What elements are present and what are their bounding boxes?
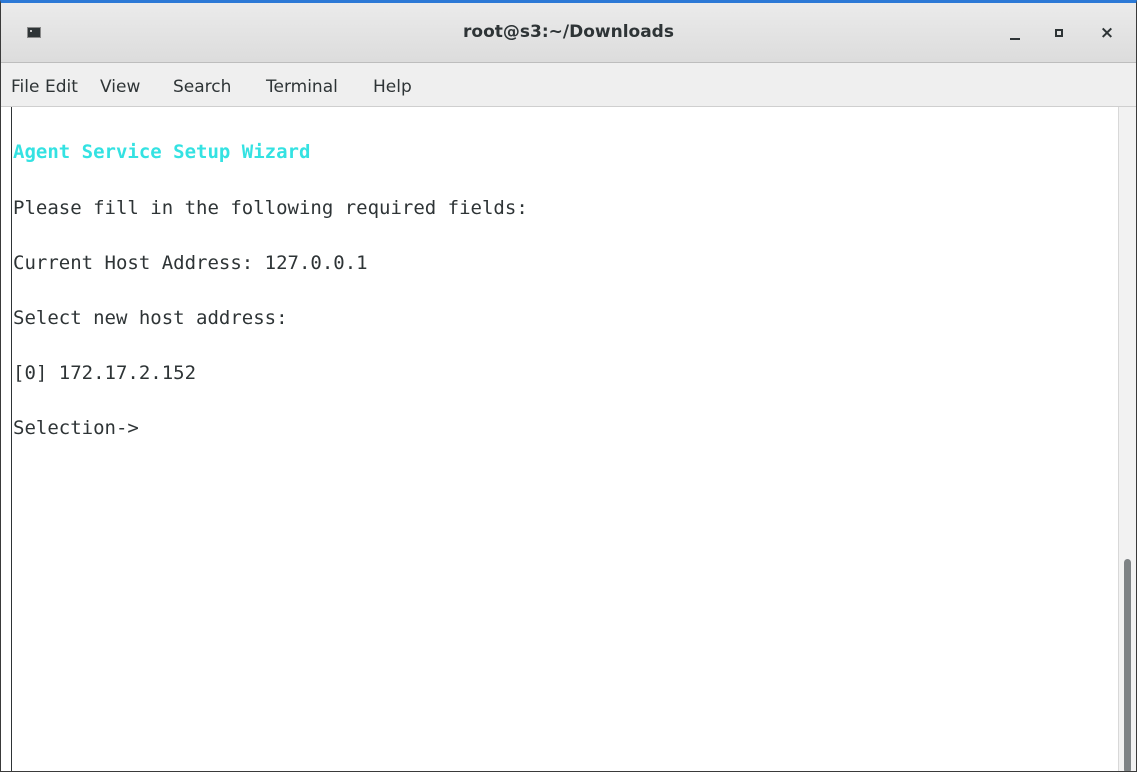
text-cursor — [11, 107, 12, 771]
select-host-line: Select new host address: — [13, 307, 288, 329]
maximize-button[interactable] — [1047, 21, 1071, 45]
vertical-scrollbar[interactable] — [1118, 107, 1136, 771]
menu-help[interactable]: Help — [373, 77, 412, 97]
minimize-icon — [1010, 38, 1020, 40]
title-bar[interactable]: root@s3:~/Downloads × — [1, 3, 1136, 63]
close-button[interactable]: × — [1095, 21, 1119, 45]
window-title: root@s3:~/Downloads — [463, 22, 674, 42]
maximize-icon — [1055, 29, 1063, 37]
prompt-instruction: Please fill in the following required fi… — [13, 197, 528, 219]
menu-edit[interactable]: Edit — [45, 77, 78, 97]
minimize-button[interactable] — [1003, 21, 1027, 45]
menu-search[interactable]: Search — [173, 77, 231, 97]
menu-terminal[interactable]: Terminal — [266, 77, 338, 97]
selection-prompt[interactable]: Selection-> — [13, 417, 139, 439]
menu-bar: File Edit View Search Terminal Help — [1, 63, 1136, 107]
wizard-title: Agent Service Setup Wizard — [13, 141, 311, 163]
terminal-output[interactable]: Agent Service Setup Wizard Please fill i… — [1, 107, 1118, 771]
scrollbar-thumb[interactable] — [1124, 559, 1131, 771]
current-host-line: Current Host Address: 127.0.0.1 — [13, 252, 368, 274]
menu-view[interactable]: View — [100, 77, 140, 97]
terminal-window: root@s3:~/Downloads × File Edit View Sea… — [0, 0, 1137, 772]
host-option: [0] 172.17.2.152 — [13, 362, 197, 384]
menu-file[interactable]: File — [11, 77, 39, 97]
